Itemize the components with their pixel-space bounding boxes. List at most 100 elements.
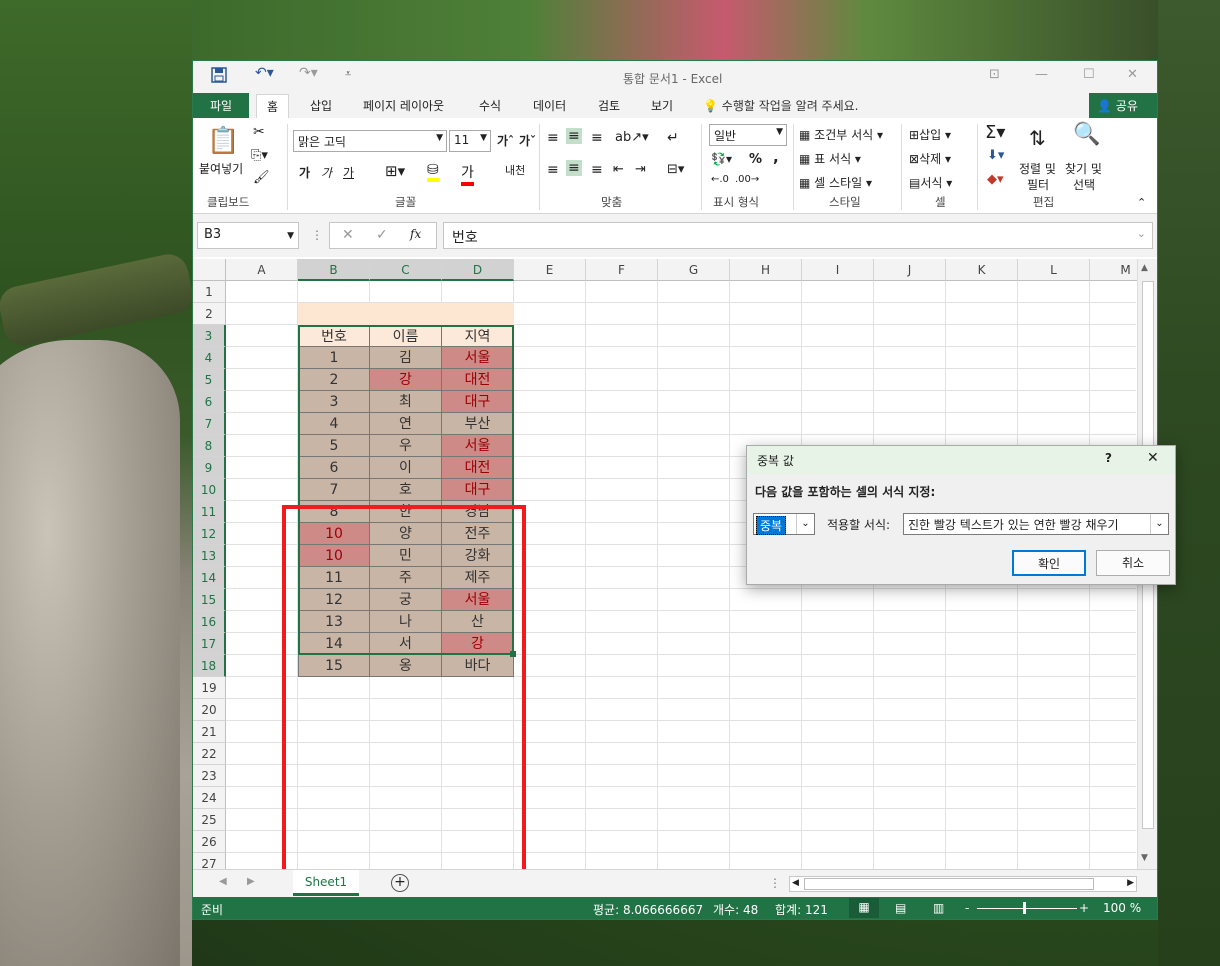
column-header-e[interactable]: E	[514, 259, 586, 281]
align-middle-icon[interactable]: ≡	[566, 128, 582, 144]
duplicate-cell[interactable]: 10	[298, 545, 370, 567]
duplicate-cell[interactable]: 대구	[442, 391, 514, 413]
ok-button[interactable]: 확인	[1012, 550, 1086, 576]
column-header-f[interactable]: F	[586, 259, 658, 281]
row-header-13[interactable]: 13	[193, 545, 226, 567]
row-header-10[interactable]: 10	[193, 479, 226, 501]
table-cell[interactable]: 6	[298, 457, 370, 479]
duplicate-cell[interactable]: 서울	[442, 589, 514, 611]
table-cell[interactable]: 15	[298, 655, 370, 677]
column-header-c[interactable]: C	[370, 259, 442, 281]
table-cell[interactable]: 서	[370, 633, 442, 655]
row-header-15[interactable]: 15	[193, 589, 226, 611]
align-right-icon[interactable]: ≡	[591, 162, 603, 178]
row-header-7[interactable]: 7	[193, 413, 226, 435]
tell-me-box[interactable]: 💡 수행할 작업을 알려 주세요.	[703, 97, 858, 114]
conditional-format-button[interactable]: ▦ 조건부 서식 ▾	[799, 126, 883, 143]
dialog-close-button[interactable]: ✕	[1147, 450, 1159, 466]
add-sheet-button[interactable]: +	[391, 874, 409, 892]
decrease-font-icon[interactable]: 가ˇ	[519, 132, 536, 149]
copy-icon[interactable]: ⎘▾	[251, 148, 268, 163]
table-header-cell[interactable]: 번호	[298, 325, 370, 347]
row-header-11[interactable]: 11	[193, 501, 226, 523]
table-cell[interactable]: 이	[370, 457, 442, 479]
find-icon[interactable]: 🔍	[1073, 122, 1100, 147]
cancel-button[interactable]: 취소	[1096, 550, 1170, 576]
cut-icon[interactable]: ✂	[253, 124, 265, 140]
fill-color-icon[interactable]: ⛁	[427, 162, 439, 182]
table-cell[interactable]: 12	[298, 589, 370, 611]
autosum-icon[interactable]: Σ▾	[985, 122, 1005, 143]
paste-button[interactable]: 붙여넣기	[199, 160, 243, 177]
scroll-down-icon[interactable]: ▼	[1141, 853, 1148, 863]
table-cell[interactable]: 김	[370, 347, 442, 369]
duplicate-cell[interactable]: 서울	[442, 435, 514, 457]
row-header-4[interactable]: 4	[193, 347, 226, 369]
table-cell[interactable]: 3	[298, 391, 370, 413]
table-cell[interactable]: 나	[370, 611, 442, 633]
bold-button[interactable]: 가	[299, 164, 310, 181]
decrease-decimal-icon[interactable]: .00→	[735, 174, 759, 185]
align-left-icon[interactable]: ≡	[547, 162, 559, 178]
row-header-17[interactable]: 17	[193, 633, 226, 655]
ribbon-display-icon[interactable]: ⊡	[989, 67, 1000, 82]
hscroll-thumb[interactable]	[804, 878, 1094, 890]
maximize-icon[interactable]: ☐	[1083, 67, 1095, 82]
italic-button[interactable]: 가	[321, 164, 332, 181]
collapse-ribbon-icon[interactable]: ⌃	[1137, 196, 1146, 209]
duplicate-cell[interactable]: 대구	[442, 479, 514, 501]
cell-styles-button[interactable]: ▦ 셀 스타일 ▾	[799, 174, 872, 191]
column-header-i[interactable]: I	[802, 259, 874, 281]
paste-icon[interactable]: 📋	[207, 126, 239, 156]
tab-view[interactable]: 보기	[651, 97, 673, 114]
align-bottom-icon[interactable]: ≡	[591, 130, 603, 146]
row-header-24[interactable]: 24	[193, 787, 226, 809]
select-all-button[interactable]	[193, 259, 226, 281]
table-cell[interactable]: 호	[370, 479, 442, 501]
column-header-d[interactable]: D	[442, 259, 514, 281]
horizontal-scrollbar[interactable]: ◀ ▶	[789, 876, 1137, 892]
duplicate-cell[interactable]: 강	[442, 633, 514, 655]
insert-function-button[interactable]: fx	[410, 227, 421, 241]
table-cell[interactable]: 11	[298, 567, 370, 589]
row-header-19[interactable]: 19	[193, 677, 226, 699]
column-header-k[interactable]: K	[946, 259, 1018, 281]
table-cell[interactable]: 강화	[442, 545, 514, 567]
table-cell[interactable]: 전주	[442, 523, 514, 545]
duplicate-cell[interactable]: 서울	[442, 347, 514, 369]
percent-button[interactable]: %	[749, 152, 762, 167]
table-cell[interactable]: 경남	[442, 501, 514, 523]
row-header-2[interactable]: 2	[193, 303, 226, 325]
delete-cells-button[interactable]: ⊠삭제 ▾	[909, 150, 951, 167]
expand-formula-icon[interactable]: ⌄	[1137, 227, 1146, 240]
table-cell[interactable]: 부산	[442, 413, 514, 435]
table-cell[interactable]: 8	[298, 501, 370, 523]
duplicate-type-select[interactable]: 중복 ⌄	[753, 513, 815, 535]
undo-icon[interactable]: ↶▾	[255, 65, 274, 81]
column-header-g[interactable]: G	[658, 259, 730, 281]
tab-review[interactable]: 검토	[598, 97, 620, 114]
row-header-25[interactable]: 25	[193, 809, 226, 831]
align-top-icon[interactable]: ≡	[547, 130, 559, 146]
table-cell[interactable]: 최	[370, 391, 442, 413]
tab-page-layout[interactable]: 페이지 레이아웃	[363, 97, 444, 114]
table-cell[interactable]: 민	[370, 545, 442, 567]
table-cell[interactable]: 바다	[442, 655, 514, 677]
duplicate-cell[interactable]: 10	[298, 523, 370, 545]
row-header-23[interactable]: 23	[193, 765, 226, 787]
orientation-icon[interactable]: ab↗▾	[615, 130, 649, 145]
table-cell[interactable]: 주	[370, 567, 442, 589]
table-cell[interactable]: 산	[442, 611, 514, 633]
sheet-tab-sheet1[interactable]: Sheet1	[293, 870, 359, 896]
save-icon[interactable]	[211, 67, 227, 87]
table-cell[interactable]: 옹	[370, 655, 442, 677]
next-sheet-icon[interactable]: ▶	[247, 876, 255, 887]
table-cell[interactable]: 13	[298, 611, 370, 633]
merge-center-icon[interactable]: ⊟▾	[667, 162, 684, 177]
cancel-icon[interactable]: ✕	[342, 227, 354, 243]
row-header-18[interactable]: 18	[193, 655, 226, 677]
table-cell[interactable]: 4	[298, 413, 370, 435]
table-cell[interactable]: 양	[370, 523, 442, 545]
customize-qat-icon[interactable]: ⩡	[345, 67, 351, 81]
tab-home[interactable]: 홈	[256, 94, 290, 118]
